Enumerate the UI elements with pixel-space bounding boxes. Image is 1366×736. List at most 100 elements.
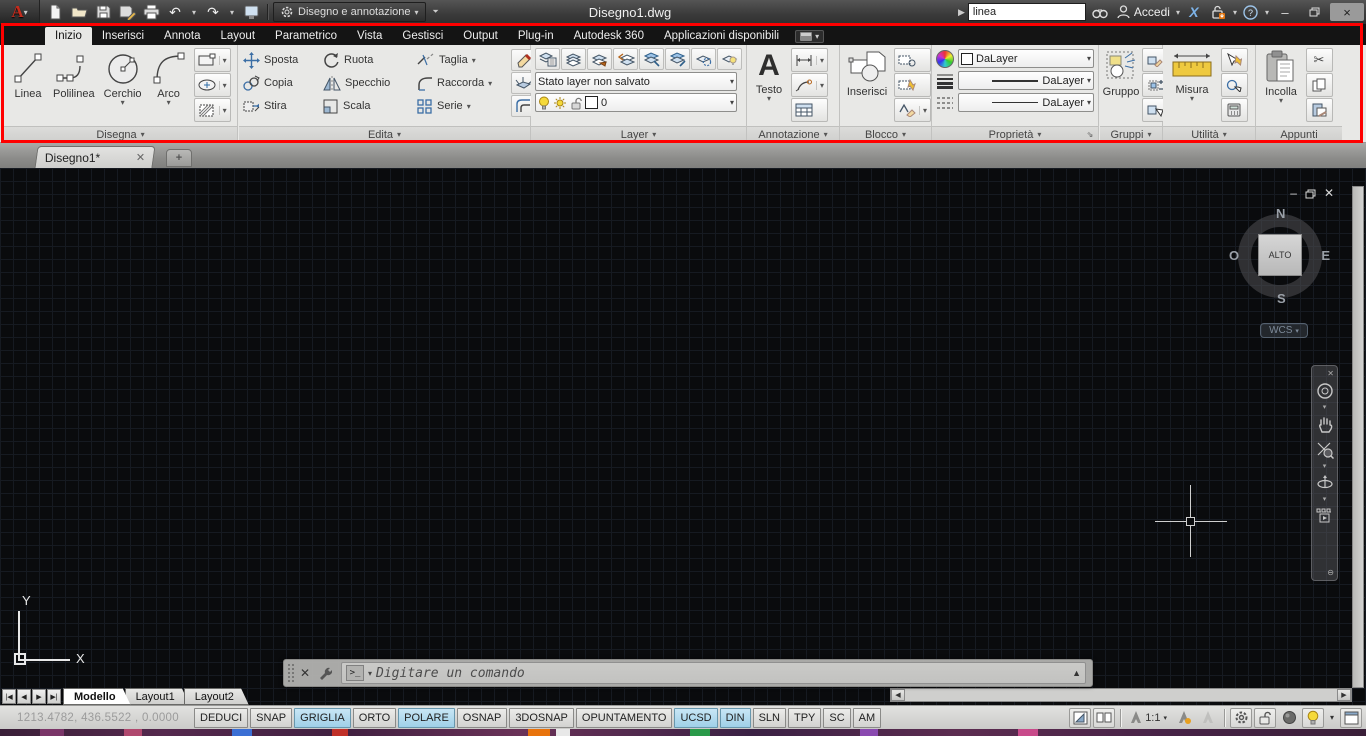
restore-icon[interactable] bbox=[1305, 189, 1316, 199]
tab-parametrico[interactable]: Parametrico bbox=[265, 27, 347, 45]
statusbar-menu-button[interactable]: ▾ bbox=[1326, 708, 1338, 728]
layer-previous-button[interactable] bbox=[613, 48, 638, 70]
inserisci-button[interactable]: Inserisci bbox=[844, 48, 890, 100]
create-block-button[interactable] bbox=[894, 48, 931, 72]
viewcube-west[interactable]: O bbox=[1229, 248, 1239, 263]
toggle-griglia[interactable]: GRIGLIA bbox=[294, 708, 351, 728]
next-tab-icon[interactable]: ▶ bbox=[32, 689, 46, 704]
file-tab-disegno1[interactable]: Disegno1* ✕ bbox=[34, 146, 155, 168]
save-button[interactable] bbox=[92, 2, 114, 22]
stira-button[interactable]: Stira bbox=[243, 95, 321, 117]
panel-title-appunti[interactable]: Appunti bbox=[1256, 126, 1342, 142]
command-drag-grip[interactable] bbox=[287, 663, 295, 683]
tab-modello[interactable]: Modello bbox=[63, 688, 131, 705]
annotation-visibility-button[interactable] bbox=[1173, 708, 1195, 728]
viewcube-top-face[interactable]: ALTO bbox=[1258, 234, 1302, 276]
toggle-snap[interactable]: SNAP bbox=[250, 708, 292, 728]
unlock-icon[interactable] bbox=[570, 96, 582, 110]
redo-dropdown[interactable]: ▾ bbox=[226, 2, 238, 22]
chevron-down-icon[interactable]: ▾ bbox=[219, 106, 230, 115]
arco-button[interactable]: Arco ▾ bbox=[148, 48, 190, 108]
chevron-down-icon[interactable]: ▾ bbox=[1323, 496, 1327, 503]
chevron-down-icon[interactable]: ▾ bbox=[472, 56, 476, 65]
help-button[interactable]: ? bbox=[1240, 2, 1262, 22]
incolla-button[interactable]: Incolla ▾ bbox=[1260, 48, 1302, 106]
panel-title-annotazione[interactable]: Annotazione▾ bbox=[747, 126, 839, 142]
command-customize-button[interactable] bbox=[315, 666, 335, 680]
tab-inserisci[interactable]: Inserisci bbox=[92, 27, 154, 45]
toggle-ucsd[interactable]: UCSD bbox=[674, 708, 717, 728]
chevron-down-icon[interactable]: ▾ bbox=[919, 106, 930, 115]
layer-color-swatch[interactable] bbox=[585, 96, 598, 109]
clean-screen-button[interactable] bbox=[1340, 708, 1362, 728]
viewcube-east[interactable]: E bbox=[1321, 248, 1330, 263]
tab-layout[interactable]: Layout bbox=[211, 27, 266, 45]
panel-title-disegna[interactable]: Disegna▾ bbox=[4, 126, 237, 142]
search-button[interactable] bbox=[1089, 2, 1111, 22]
lock-ui-button[interactable] bbox=[1254, 708, 1276, 728]
copy-clip-button[interactable] bbox=[1306, 73, 1333, 97]
toggle-deduci[interactable]: DEDUCI bbox=[194, 708, 248, 728]
search-input[interactable] bbox=[968, 3, 1086, 21]
chevron-down-icon[interactable]: ▾ bbox=[1176, 8, 1180, 17]
toggle-sln[interactable]: SLN bbox=[753, 708, 786, 728]
tab-vista[interactable]: Vista bbox=[347, 27, 392, 45]
panel-title-blocco[interactable]: Blocco▾ bbox=[840, 126, 931, 142]
orbit-button[interactable] bbox=[1314, 470, 1336, 496]
table-button[interactable] bbox=[791, 98, 828, 122]
annotation-scale-button[interactable]: 1:1 ▾ bbox=[1126, 708, 1171, 728]
tab-autodesk360[interactable]: Autodesk 360 bbox=[564, 27, 654, 45]
chevron-down-icon[interactable]: ▾ bbox=[467, 102, 471, 111]
chevron-down-icon[interactable]: ▾ bbox=[219, 56, 230, 65]
pan-button[interactable] bbox=[1314, 411, 1336, 437]
prev-tab-icon[interactable]: ◀ bbox=[17, 689, 31, 704]
model-space-button[interactable] bbox=[1069, 708, 1091, 728]
toggle-3dosnap[interactable]: 3DOSNAP bbox=[509, 708, 574, 728]
signin-button[interactable]: Accedi bbox=[1114, 2, 1173, 22]
drawing-viewport[interactable]: – ✕ N O E S ALTO WCS▾ ✕ ▾ ▾ ▾ ⊖ Y X ◀ ▶ bbox=[0, 168, 1366, 705]
first-tab-icon[interactable]: |◀ bbox=[2, 689, 16, 704]
lineweight-dropdown[interactable]: DaLayer▾ bbox=[958, 71, 1094, 90]
chevron-down-icon[interactable]: ▾ bbox=[219, 81, 230, 90]
showmotion-button[interactable] bbox=[1314, 503, 1336, 529]
viewcube-south[interactable]: S bbox=[1277, 291, 1286, 306]
open-file-button[interactable] bbox=[68, 2, 90, 22]
workspace-gear-button[interactable] bbox=[1230, 708, 1252, 728]
serie-button[interactable]: Serie▾ bbox=[417, 95, 509, 117]
object-color-dropdown[interactable]: DaLayer▾ bbox=[958, 49, 1094, 68]
taglia-button[interactable]: Taglia▾ bbox=[417, 49, 509, 71]
annotation-autoscale-button[interactable] bbox=[1197, 708, 1219, 728]
color-wheel-icon[interactable] bbox=[936, 50, 954, 68]
ruota-button[interactable]: Ruota bbox=[323, 49, 415, 71]
hatch-button[interactable]: ▾ bbox=[194, 98, 231, 122]
tab-layout1[interactable]: Layout1 bbox=[125, 688, 190, 705]
chevron-down-icon[interactable]: ▾ bbox=[1163, 714, 1167, 722]
layer-state-dropdown[interactable]: Stato layer non salvato▾ bbox=[535, 72, 737, 91]
vertical-scrollbar[interactable] bbox=[1352, 186, 1364, 688]
id-point-button[interactable] bbox=[1221, 73, 1248, 97]
leader-button[interactable]: ▾ bbox=[791, 73, 828, 97]
chevron-down-icon[interactable]: ▾ bbox=[1323, 463, 1327, 470]
exchange-apps-button[interactable]: X bbox=[1183, 2, 1205, 22]
toggle-orto[interactable]: ORTO bbox=[353, 708, 396, 728]
sun-icon[interactable] bbox=[553, 96, 567, 110]
chevron-down-icon[interactable]: ▾ bbox=[816, 81, 827, 90]
wcs-menu[interactable]: WCS▾ bbox=[1260, 323, 1308, 338]
panel-title-proprieta[interactable]: Proprietà▾⇘ bbox=[932, 126, 1098, 142]
quick-select-button[interactable] bbox=[1221, 48, 1248, 72]
layer-match-button[interactable] bbox=[561, 48, 586, 70]
coordinates-readout[interactable]: 1213.4782, 436.5522 , 0.0000 bbox=[4, 712, 192, 724]
chevron-down-icon[interactable]: ▾ bbox=[1323, 404, 1327, 411]
layer-dropdown[interactable]: 0 ▾ bbox=[535, 93, 737, 112]
chevron-down-icon[interactable]: ▾ bbox=[1265, 8, 1269, 17]
dimension-button[interactable]: ▾ bbox=[791, 48, 828, 72]
tab-layout2[interactable]: Layout2 bbox=[184, 688, 249, 705]
tab-output[interactable]: Output bbox=[453, 27, 508, 45]
quick-calc-button[interactable] bbox=[1221, 98, 1248, 122]
panel-title-edita[interactable]: Edita▾ bbox=[239, 126, 530, 142]
new-drawing-tab-button[interactable]: + bbox=[166, 149, 192, 167]
ellipse-button[interactable]: ▾ bbox=[194, 73, 231, 97]
command-prompt-icon[interactable]: >_ bbox=[346, 665, 364, 681]
plot-button[interactable] bbox=[140, 2, 162, 22]
panel-title-layer[interactable]: Layer▾ bbox=[531, 126, 746, 142]
